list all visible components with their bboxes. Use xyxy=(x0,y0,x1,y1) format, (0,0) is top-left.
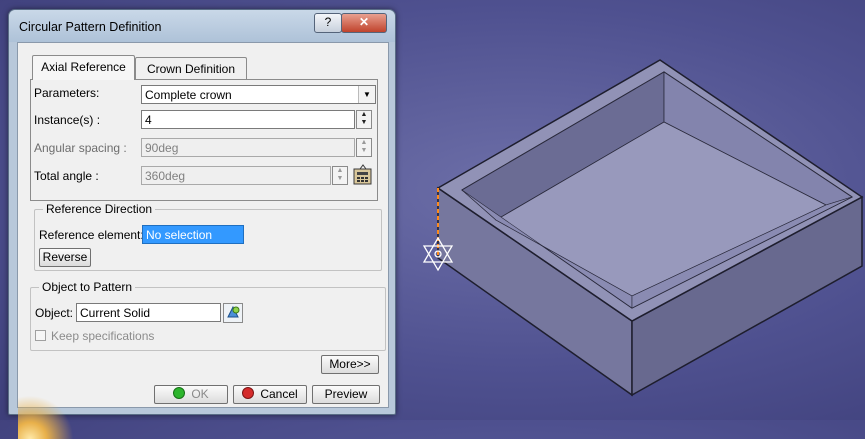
reverse-button[interactable]: Reverse xyxy=(39,248,91,267)
reference-direction-title: Reference Direction xyxy=(43,202,156,216)
angular-spacing-label: Angular spacing : xyxy=(34,141,127,155)
object-to-pattern-group: Object to Pattern Object: Current Solid … xyxy=(30,280,386,351)
ok-label: OK xyxy=(191,387,209,401)
tab-crown-definition[interactable]: Crown Definition xyxy=(135,57,247,80)
instances-spinner[interactable]: ▲ ▼ xyxy=(356,110,372,129)
total-angle-input: 360deg xyxy=(141,166,331,185)
more-button[interactable]: More>> xyxy=(321,355,379,374)
spin-down-icon[interactable]: ▼ xyxy=(357,119,371,127)
ok-button: OK xyxy=(154,385,228,404)
object-to-pattern-title: Object to Pattern xyxy=(39,280,136,294)
tab-axial-reference[interactable]: Axial Reference xyxy=(32,55,135,80)
reference-element-label: Reference element: xyxy=(39,228,144,242)
help-button[interactable]: ? xyxy=(314,13,342,33)
reference-direction-group: Reference Direction Reference element: N… xyxy=(34,202,382,271)
cancel-dot-icon xyxy=(242,387,255,399)
dialog-client: Axial Reference Crown Definition Paramet… xyxy=(17,42,389,439)
close-button[interactable]: ✕ xyxy=(341,13,387,33)
angular-spacing-spinner: ▲ ▼ xyxy=(356,138,372,157)
spin-up-icon: ▲ xyxy=(360,139,368,146)
spin-down-icon: ▼ xyxy=(360,147,368,154)
reference-element-field[interactable]: No selection xyxy=(142,225,244,244)
object-picker-icon[interactable] xyxy=(223,303,243,323)
calculator-icon[interactable] xyxy=(352,164,374,186)
ok-dot-icon xyxy=(173,387,186,399)
object-label: Object: xyxy=(35,306,74,320)
angular-spacing-input: 90deg xyxy=(141,138,355,157)
dialog-titlebar[interactable]: Circular Pattern Definition ? ✕ xyxy=(9,10,395,42)
tab-panel-axial-reference: Parameters: Complete crown ▼ Instance(s)… xyxy=(30,79,378,201)
cancel-label: Cancel xyxy=(260,387,298,401)
circular-pattern-dialog: Circular Pattern Definition ? ✕ Axial Re… xyxy=(8,9,396,439)
parameters-value: Complete crown xyxy=(145,88,232,102)
cancel-button[interactable]: Cancel xyxy=(233,385,307,404)
spin-down-icon: ▼ xyxy=(336,175,344,182)
instances-input[interactable]: 4 xyxy=(141,110,355,129)
parameters-label: Parameters: xyxy=(34,86,100,100)
keep-specifications-label: Keep specifications xyxy=(51,329,155,343)
instances-label: Instance(s) : xyxy=(34,113,101,127)
help-icon: ? xyxy=(324,15,332,29)
dialog-title: Circular Pattern Definition xyxy=(19,20,162,34)
spin-up-icon: ▲ xyxy=(336,167,344,174)
decorative-glow xyxy=(18,393,78,439)
close-icon: ✕ xyxy=(358,15,370,29)
chevron-down-icon[interactable]: ▼ xyxy=(358,86,375,103)
total-angle-spinner: ▲ ▼ xyxy=(332,166,348,185)
keep-specifications-checkbox xyxy=(35,330,46,341)
parameters-dropdown[interactable]: Complete crown ▼ xyxy=(141,85,376,104)
object-field[interactable]: Current Solid xyxy=(76,303,221,322)
spin-up-icon[interactable]: ▲ xyxy=(357,111,371,119)
total-angle-label: Total angle : xyxy=(34,169,99,183)
preview-button[interactable]: Preview xyxy=(312,385,380,404)
